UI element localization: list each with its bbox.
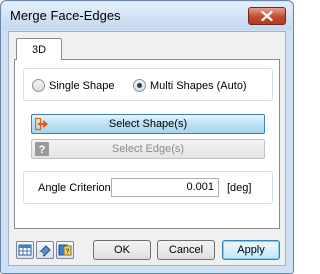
ok-label: OK xyxy=(114,244,130,256)
table-tool-button[interactable] xyxy=(16,241,34,259)
apply-button[interactable]: Apply xyxy=(222,240,280,260)
angle-group: Angle Criterion 0.001 [deg] xyxy=(23,171,273,204)
cancel-button[interactable]: Cancel xyxy=(157,240,215,260)
svg-text:?: ? xyxy=(39,144,46,156)
single-shape-label: Single Shape xyxy=(49,79,115,92)
tab-panel-3d: Single Shape Multi Shapes (Auto) Select … xyxy=(14,59,280,229)
select-shapes-label: Select Shape(s) xyxy=(108,118,188,130)
single-shape-radio-button[interactable] xyxy=(32,79,45,92)
selection-buttons: Select Shape(s) ? Select Edge(s) xyxy=(31,114,265,160)
dialog-client-area: 3D Single Shape Multi Shapes (Auto) Sele… xyxy=(8,31,286,266)
single-shape-radio[interactable]: Single Shape xyxy=(32,79,114,92)
help-tool-button[interactable]: ? xyxy=(56,241,74,259)
arrow-select-icon xyxy=(35,117,49,131)
angle-unit-label: [deg] xyxy=(227,182,252,194)
cancel-label: Cancel xyxy=(168,244,204,256)
ok-button[interactable]: OK xyxy=(93,240,151,260)
eraser-tool-button[interactable] xyxy=(36,241,54,259)
angle-criterion-input[interactable]: 0.001 xyxy=(111,178,219,197)
window-title: Merge Face-Edges xyxy=(10,8,121,23)
dialog-window: Merge Face-Edges 3D Single Shape Multi S… xyxy=(0,0,294,274)
help-book-icon: ? xyxy=(58,244,72,256)
question-icon: ? xyxy=(35,142,49,156)
select-edges-label: Select Edge(s) xyxy=(111,143,185,155)
multi-shapes-radio[interactable]: Multi Shapes (Auto) xyxy=(133,79,247,92)
multi-shapes-label: Multi Shapes (Auto) xyxy=(150,79,247,92)
tab-3d[interactable]: 3D xyxy=(16,38,62,60)
eraser-icon xyxy=(39,245,51,257)
close-button[interactable] xyxy=(248,7,286,25)
select-edges-button[interactable]: ? Select Edge(s) xyxy=(31,139,265,159)
svg-text:?: ? xyxy=(65,249,69,256)
title-bar[interactable]: Merge Face-Edges xyxy=(2,2,292,30)
select-shapes-button[interactable]: Select Shape(s) xyxy=(31,114,265,134)
angle-criterion-label: Angle Criterion xyxy=(38,182,111,194)
tab-3d-label: 3D xyxy=(31,43,47,56)
table-icon xyxy=(18,244,32,256)
apply-label: Apply xyxy=(237,244,265,256)
close-icon xyxy=(261,11,273,21)
multi-shapes-radio-button[interactable] xyxy=(133,79,146,92)
mode-group: Single Shape Multi Shapes (Auto) xyxy=(23,68,273,101)
